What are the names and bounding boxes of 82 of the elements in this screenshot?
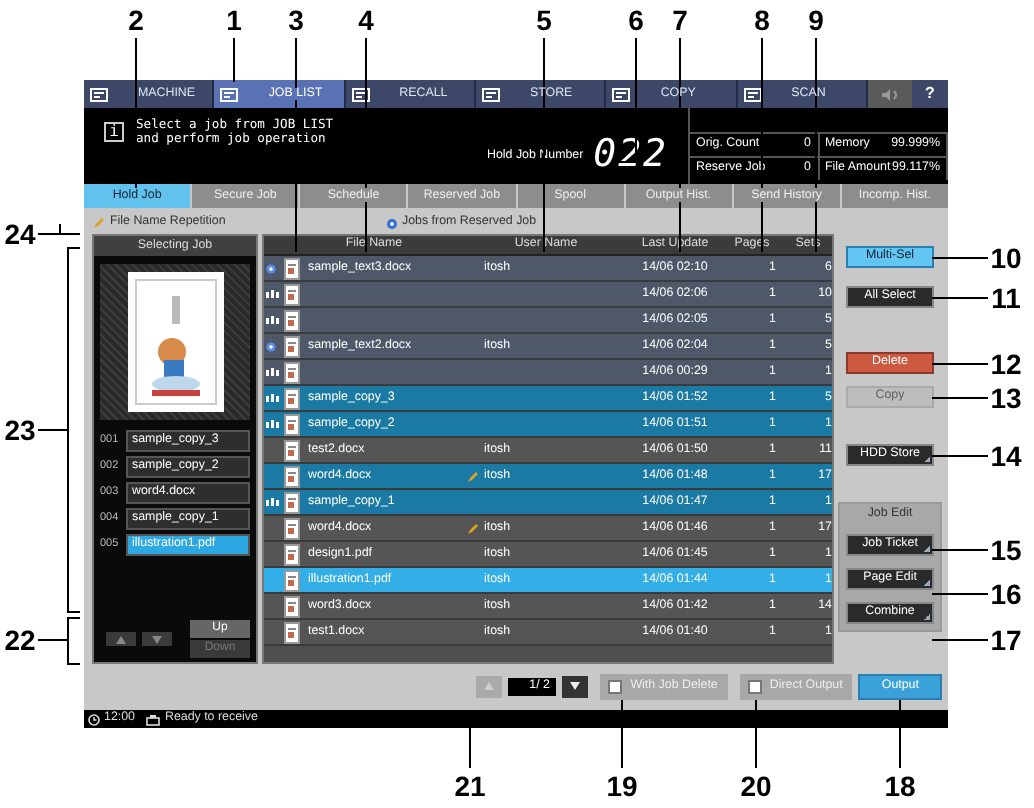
document-thumbnail — [284, 309, 300, 331]
leader-line — [931, 297, 989, 299]
callout-number: 5 — [536, 6, 552, 34]
callout-number: 6 — [628, 6, 644, 34]
document-thumbnail — [284, 413, 300, 435]
document-thumbnail — [284, 543, 300, 565]
triangle-up-icon — [116, 635, 126, 643]
pencil-icon — [466, 469, 480, 483]
callout-number: 11 — [991, 284, 1021, 312]
triangle-down-icon — [152, 635, 162, 643]
leader-line — [37, 223, 81, 235]
scroll-up-button[interactable] — [106, 632, 136, 646]
leader-line — [931, 639, 989, 641]
leader-line — [931, 397, 989, 399]
pencil-icon — [92, 216, 106, 230]
callout-number: 9 — [808, 6, 824, 34]
dot-icon — [266, 341, 276, 351]
callout-number: 19 — [606, 772, 638, 800]
callout-number: 10 — [990, 244, 1022, 272]
checkbox[interactable] — [608, 679, 623, 693]
document-thumbnail — [284, 569, 300, 591]
clock-icon — [88, 713, 100, 725]
triangle-up-icon — [484, 682, 495, 690]
callout-number: 7 — [672, 6, 688, 34]
leader-line — [233, 37, 235, 83]
scroll-down-button[interactable] — [142, 632, 172, 646]
speaker-icon[interactable] — [879, 87, 900, 101]
printer-icon — [146, 713, 161, 725]
callout-number: 23 — [4, 416, 36, 444]
callout-number: 24 — [4, 220, 36, 248]
panel-icon — [351, 87, 370, 101]
document-thumbnail — [284, 335, 300, 357]
leader-line — [931, 593, 989, 595]
dot-icon — [386, 217, 398, 229]
leader-line — [37, 617, 81, 665]
callout-number: 12 — [990, 350, 1022, 378]
document-thumbnail — [284, 439, 300, 461]
panel-icon — [90, 87, 108, 101]
leader-line — [931, 549, 989, 551]
callout-number: 3 — [288, 6, 304, 34]
triangle-down-icon — [570, 682, 581, 690]
leader-line — [931, 363, 989, 365]
bars-icon — [266, 420, 280, 428]
callout-number: 22 — [4, 626, 36, 654]
bars-icon — [266, 368, 280, 376]
document-thumbnail — [284, 361, 300, 383]
callout-number: 8 — [754, 6, 770, 34]
document-thumbnail — [284, 595, 300, 617]
document-thumbnail — [284, 257, 300, 279]
panel-icon — [612, 87, 631, 101]
panel-icon — [220, 87, 239, 101]
callout-number: 18 — [884, 772, 916, 800]
callout-number: 2 — [128, 6, 144, 34]
document-thumbnail — [284, 517, 300, 539]
panel-icon — [743, 87, 762, 101]
dot-icon — [266, 263, 276, 273]
leader-line — [931, 455, 989, 457]
pencil-icon — [466, 521, 480, 535]
panel-icon — [481, 87, 500, 101]
callout-number: 13 — [990, 384, 1022, 412]
callout-number: 15 — [990, 536, 1022, 564]
bars-icon — [266, 394, 280, 402]
callout-number: 14 — [990, 442, 1022, 470]
checkbox[interactable] — [747, 679, 762, 693]
document-preview-drawing — [127, 272, 223, 412]
page-down-button[interactable] — [561, 675, 589, 697]
bars-icon — [266, 316, 280, 324]
document-thumbnail — [284, 621, 300, 643]
document-thumbnail — [284, 465, 300, 487]
document-thumbnail — [284, 283, 300, 305]
leader-line — [931, 257, 989, 259]
callout-number: 1 — [226, 6, 242, 34]
callout-number: 17 — [990, 626, 1022, 654]
bars-icon — [266, 290, 280, 298]
info-icon: i — [104, 122, 124, 142]
callout-number: 4 — [358, 6, 374, 34]
callout-number: 21 — [454, 772, 486, 800]
callout-number: 20 — [740, 772, 772, 800]
document-thumbnail — [284, 387, 300, 409]
document-thumbnail — [284, 491, 300, 513]
callout-number: 16 — [990, 580, 1022, 608]
bars-icon — [266, 498, 280, 506]
